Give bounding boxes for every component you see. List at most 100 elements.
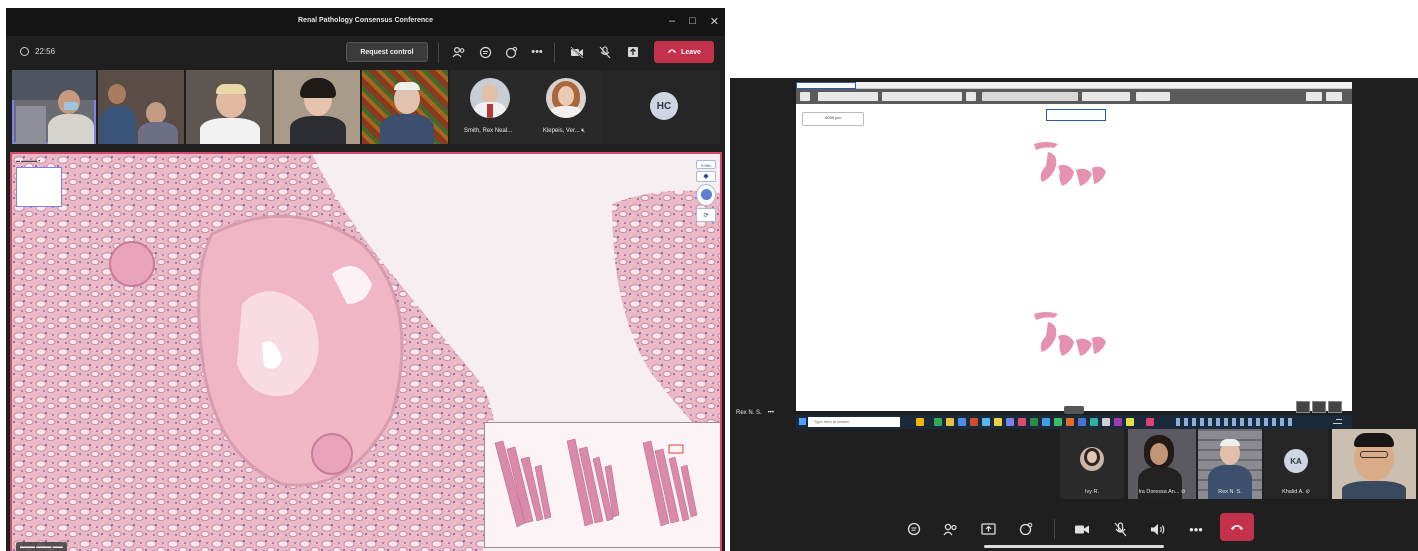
app-icon[interactable] <box>970 418 978 426</box>
app-icon[interactable] <box>934 418 942 426</box>
participant-name-muted: Klepeis, Ver... 🔇︎ <box>526 128 602 135</box>
app-icon[interactable] <box>1146 418 1154 426</box>
video-tile[interactable] <box>362 70 448 144</box>
participant-tile[interactable]: HC <box>602 70 720 144</box>
video-tile[interactable]: Rex N. S. <box>1198 429 1262 499</box>
app-icon[interactable] <box>1114 418 1122 426</box>
avatar <box>1080 447 1104 471</box>
slide-overview-inset[interactable] <box>484 422 720 548</box>
taskbar-clock: ▬▬ ▬▬▬ <box>1333 417 1342 425</box>
app-icon[interactable] <box>1006 418 1014 426</box>
fullscreen-icon[interactable] <box>1328 401 1342 413</box>
avatar <box>546 78 586 118</box>
call-timer: 22:56 <box>20 47 55 56</box>
app-icon[interactable] <box>1018 418 1026 426</box>
self-video-tile[interactable] <box>1332 429 1416 499</box>
speaker-icon[interactable] <box>1148 519 1168 539</box>
participant-tile[interactable]: KA Khalid A. ⊘ <box>1264 429 1328 499</box>
app-icon[interactable] <box>1030 418 1038 426</box>
share-screen-icon[interactable] <box>978 519 998 539</box>
people-icon[interactable] <box>450 43 468 61</box>
participant-tile[interactable]: Smith, Rex Neal... <box>450 70 526 144</box>
mic-off-icon[interactable] <box>1110 519 1130 539</box>
mic-off-icon: ⊘ <box>1305 489 1310 495</box>
controls-divider <box>1054 519 1055 539</box>
navigation-wheel-icon[interactable] <box>696 184 716 206</box>
reactions-icon[interactable] <box>1016 519 1036 539</box>
initials-avatar: HC <box>650 92 678 120</box>
participant-strip: Ivy R. Ira Doressa An... ⊘ Rex N. S. KA … <box>730 429 1418 505</box>
shared-slide-viewer[interactable]: ▬ ▬▬▬▬ ▾ 9.96x ◆ ⟳ ▬▬▬ ▬▬▬ ▬▬ <box>10 152 722 551</box>
taskbar-search[interactable]: Type here to search <box>808 417 900 427</box>
meeting-toolbar: 22:56 Request control ••• Leave <box>6 36 725 70</box>
call-timer-text: 22:56 <box>35 47 56 56</box>
zoom-level: 9.96x <box>696 160 716 169</box>
participant-name: Ira Doressa An... <box>1138 489 1180 495</box>
video-tile[interactable] <box>98 70 184 144</box>
mic-off-icon[interactable] <box>596 43 614 61</box>
start-icon[interactable] <box>799 418 806 425</box>
grid-view-icon[interactable] <box>1296 401 1310 413</box>
chat-icon[interactable] <box>904 519 924 539</box>
app-icon[interactable] <box>1126 418 1134 426</box>
pan-arrows-icon[interactable]: ◆ <box>696 171 716 182</box>
title-bar: Renal Pathology Consensus Conference – □… <box>6 8 725 36</box>
app-icon[interactable] <box>1042 418 1050 426</box>
participant-name: Ivy R. <box>1084 489 1100 495</box>
minimize-button[interactable]: – <box>669 15 675 28</box>
chat-icon[interactable] <box>476 43 494 61</box>
app-icon[interactable] <box>946 418 954 426</box>
home-indicator[interactable] <box>984 545 1164 548</box>
window-controls: – □ ✕ <box>669 15 719 28</box>
more-options-icon[interactable]: ••• <box>768 410 774 416</box>
teams-meeting-window: Renal Pathology Consensus Conference – □… <box>6 8 725 551</box>
more-options-icon[interactable]: ••• <box>1186 519 1206 539</box>
expand-handle[interactable] <box>1064 406 1084 414</box>
share-screen-icon[interactable] <box>624 43 642 61</box>
app-icon[interactable] <box>1054 418 1062 426</box>
app-icon[interactable] <box>916 418 924 426</box>
people-icon[interactable] <box>940 519 960 539</box>
participant-name-muted: Ira Doressa An... ⊘ <box>1128 489 1196 495</box>
camera-icon[interactable] <box>1072 519 1092 539</box>
leave-label: Leave <box>681 48 701 56</box>
slide-thumbnail-image <box>1034 142 1106 356</box>
layout-icon[interactable] <box>1312 401 1326 413</box>
app-icon[interactable] <box>1066 418 1074 426</box>
thumbnail-header: ▬ ▬▬▬▬ ▾ <box>16 158 41 163</box>
leave-button[interactable]: Leave <box>654 41 714 63</box>
app-icon[interactable] <box>994 418 1002 426</box>
screenshot-root: Renal Pathology Consensus Conference – □… <box>0 0 1418 551</box>
participant-name: Rex N. S. <box>1218 489 1242 495</box>
video-tile[interactable] <box>186 70 272 144</box>
shared-screen-owner: Rex N. S. <box>736 410 762 416</box>
video-tile[interactable] <box>274 70 360 144</box>
more-options-icon[interactable]: ••• <box>528 43 546 61</box>
app-icon[interactable] <box>958 418 966 426</box>
video-tile[interactable] <box>12 70 96 144</box>
viewer-layout-controls[interactable] <box>1296 400 1348 414</box>
toolbar-divider <box>554 43 555 63</box>
app-icon[interactable] <box>1078 418 1086 426</box>
app-icon[interactable] <box>1102 418 1110 426</box>
mic-off-icon: ⊘ <box>1180 489 1186 495</box>
phone-hangup-icon <box>1231 525 1243 530</box>
leave-call-button[interactable] <box>1220 513 1254 541</box>
participant-tile[interactable]: Ivy R. <box>1060 429 1124 499</box>
timer-icon <box>20 47 29 56</box>
overview-thumbnail[interactable] <box>16 167 62 207</box>
teams-mobile-meeting: 5000 µm Rex N. S. ••• Type here to searc… <box>730 78 1418 551</box>
video-tile[interactable]: Ira Doressa An... ⊘ <box>1128 429 1196 499</box>
app-icon[interactable] <box>1090 418 1098 426</box>
app-icon[interactable] <box>982 418 990 426</box>
rotate-icon[interactable]: ⟳ <box>696 208 716 222</box>
request-control-button[interactable]: Request control <box>346 42 428 62</box>
shared-screen[interactable]: 5000 µm <box>796 82 1352 414</box>
screen-share-label: Rex N. S. ••• <box>736 410 774 416</box>
reactions-icon[interactable] <box>502 43 520 61</box>
presenter-name-badge: ▬▬▬ ▬▬▬ ▬▬ <box>16 542 67 551</box>
close-button[interactable]: ✕ <box>710 15 719 28</box>
camera-off-icon[interactable] <box>568 43 586 61</box>
maximize-button[interactable]: □ <box>689 15 696 28</box>
participant-tile[interactable]: Klepeis, Ver... 🔇︎ <box>526 70 602 144</box>
